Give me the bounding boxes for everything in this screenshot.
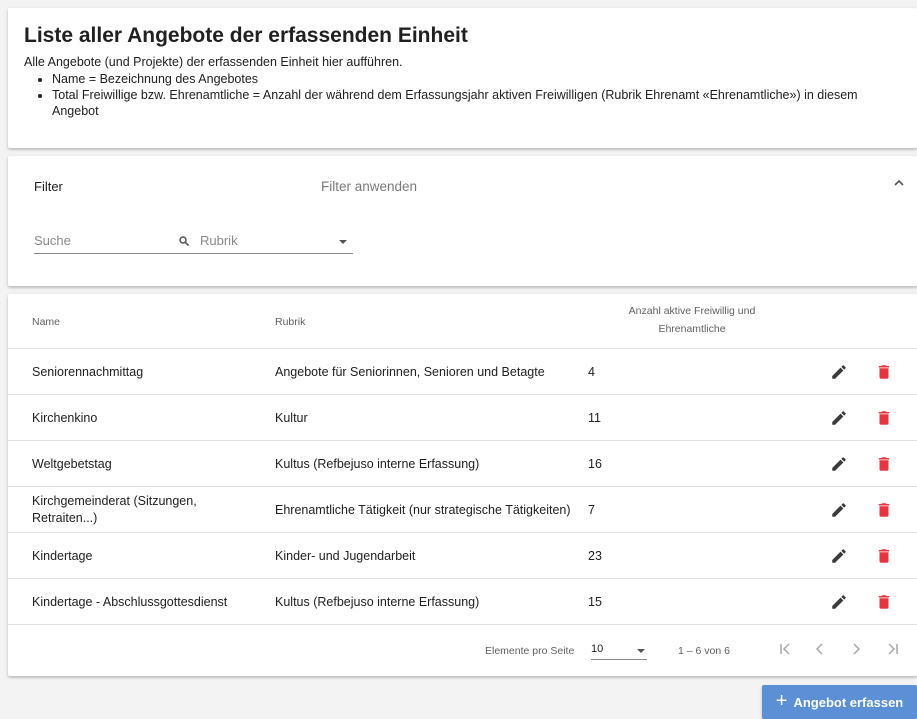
edit-button[interactable] <box>828 487 850 533</box>
delete-button[interactable] <box>873 487 895 533</box>
page-title: Liste aller Angebote der erfassenden Ein… <box>24 24 468 47</box>
pencil-icon <box>832 503 846 517</box>
column-header-anzahl[interactable]: Anzahl aktive Freiwillig und Ehrenamtlic… <box>608 302 776 338</box>
paginator: Elemente pro Seite 10 1 – 6 von 6 <box>8 624 917 677</box>
previous-page-button[interactable] <box>808 637 832 661</box>
add-offer-label: Angebot erfassen <box>793 694 904 710</box>
offers-table: Name Rubrik Anzahl aktive Freiwillig und… <box>8 294 917 676</box>
cell-name: Seniorennachmittag <box>32 364 144 379</box>
cell-anzahl: 7 <box>588 502 595 517</box>
items-per-page-select[interactable]: 10 <box>591 641 647 660</box>
items-per-page-value: 10 <box>591 643 604 655</box>
filter-panel: Filter Filter anwenden Suche Rubrik <box>8 156 917 286</box>
trash-icon <box>878 411 890 425</box>
trash-icon <box>878 503 890 517</box>
pencil-icon <box>832 457 846 471</box>
edit-button[interactable] <box>828 395 850 441</box>
plus-icon: + <box>775 690 788 712</box>
add-offer-button[interactable]: + Angebot erfassen <box>762 685 917 719</box>
filter-apply-label[interactable]: Filter anwenden <box>321 179 417 194</box>
cell-name: Kirchenkino <box>32 410 98 425</box>
trash-icon <box>878 365 890 379</box>
cell-rubrik: Kinder- und Jugendarbeit <box>275 548 416 563</box>
cell-anzahl: 15 <box>588 594 602 609</box>
range-label: 1 – 6 von 6 <box>678 645 730 657</box>
edit-button[interactable] <box>828 441 850 487</box>
column-header-name[interactable]: Name <box>32 316 60 328</box>
table-row: Kindertage Kinder- und Jugendarbeit 23 <box>8 532 917 579</box>
description-item-name: Name = Bezeichnung des Angebotes <box>52 71 902 87</box>
edit-button[interactable] <box>828 579 850 625</box>
table-row: Weltgebetstag Kultus (Refbejuso interne … <box>8 440 917 487</box>
search-input[interactable]: Suche <box>34 231 194 254</box>
caret-down-icon <box>339 240 347 244</box>
first-page-button[interactable] <box>774 637 798 661</box>
table-row: Kirchenkino Kultur 11 <box>8 394 917 441</box>
cell-name: Kindertage - Abschlussgottesdienst <box>32 594 228 609</box>
table-row: Kirchgemeinderat (Sitzungen, Retraiten..… <box>8 486 917 533</box>
cell-rubrik: Kultur <box>275 410 308 425</box>
cell-rubrik: Ehrenamtliche Tätigkeit (nur strategisch… <box>275 502 571 517</box>
filter-title[interactable]: Filter <box>34 179 63 194</box>
column-header-anzahl-line1: Anzahl aktive Freiwillig und <box>628 305 756 317</box>
cell-rubrik: Kultus (Refbejuso interne Erfassung) <box>275 456 480 471</box>
pencil-icon <box>832 549 846 563</box>
chevron-right-icon <box>853 643 861 655</box>
first-page-icon <box>780 643 790 655</box>
last-page-icon <box>888 643 898 655</box>
search-placeholder: Suche <box>34 233 71 248</box>
column-header-anzahl-line2: Ehrenamtliche <box>658 323 726 335</box>
delete-button[interactable] <box>873 349 895 395</box>
description-item-total: Total Freiwillige bzw. Ehrenamtliche = A… <box>52 87 902 119</box>
items-per-page-label: Elemente pro Seite <box>485 645 575 657</box>
cell-name: Kindertage <box>32 548 93 563</box>
edit-button[interactable] <box>828 349 850 395</box>
cell-anzahl: 16 <box>588 456 602 471</box>
last-page-button[interactable] <box>880 637 904 661</box>
next-page-button[interactable] <box>844 637 868 661</box>
trash-icon <box>878 595 890 609</box>
delete-button[interactable] <box>873 579 895 625</box>
description-card: Liste aller Angebote der erfassenden Ein… <box>8 8 917 148</box>
pencil-icon <box>832 365 846 379</box>
chevron-up-icon[interactable] <box>890 174 908 192</box>
cell-name: Kirchgemeinderat (Sitzungen, Retraiten..… <box>32 494 197 525</box>
column-header-rubrik[interactable]: Rubrik <box>275 316 305 328</box>
intro-text: Alle Angebote (und Projekte) der erfasse… <box>24 55 403 69</box>
search-icon <box>178 234 190 247</box>
table-row: Seniorennachmittag Angebote für Seniorin… <box>8 348 917 395</box>
description-list: Name = Bezeichnung des Angebotes Total F… <box>34 71 902 119</box>
cell-anzahl: 11 <box>588 410 601 425</box>
delete-button[interactable] <box>873 441 895 487</box>
rubrik-placeholder: Rubrik <box>200 233 238 248</box>
caret-down-icon <box>637 649 645 653</box>
chevron-left-icon <box>815 643 823 655</box>
cell-rubrik: Angebote für Seniorinnen, Senioren und B… <box>275 364 545 379</box>
cell-anzahl: 4 <box>588 364 595 379</box>
delete-button[interactable] <box>873 395 895 441</box>
trash-icon <box>878 457 890 471</box>
table-row: Kindertage - Abschlussgottesdienst Kultu… <box>8 578 917 625</box>
edit-button[interactable] <box>828 533 850 579</box>
cell-anzahl: 23 <box>588 548 602 563</box>
pencil-icon <box>832 595 846 609</box>
trash-icon <box>878 549 890 563</box>
delete-button[interactable] <box>873 533 895 579</box>
cell-rubrik: Kultus (Refbejuso interne Erfassung) <box>275 594 480 609</box>
rubrik-select[interactable]: Rubrik <box>193 231 353 254</box>
pencil-icon <box>832 411 846 425</box>
cell-name: Weltgebetstag <box>32 456 112 471</box>
